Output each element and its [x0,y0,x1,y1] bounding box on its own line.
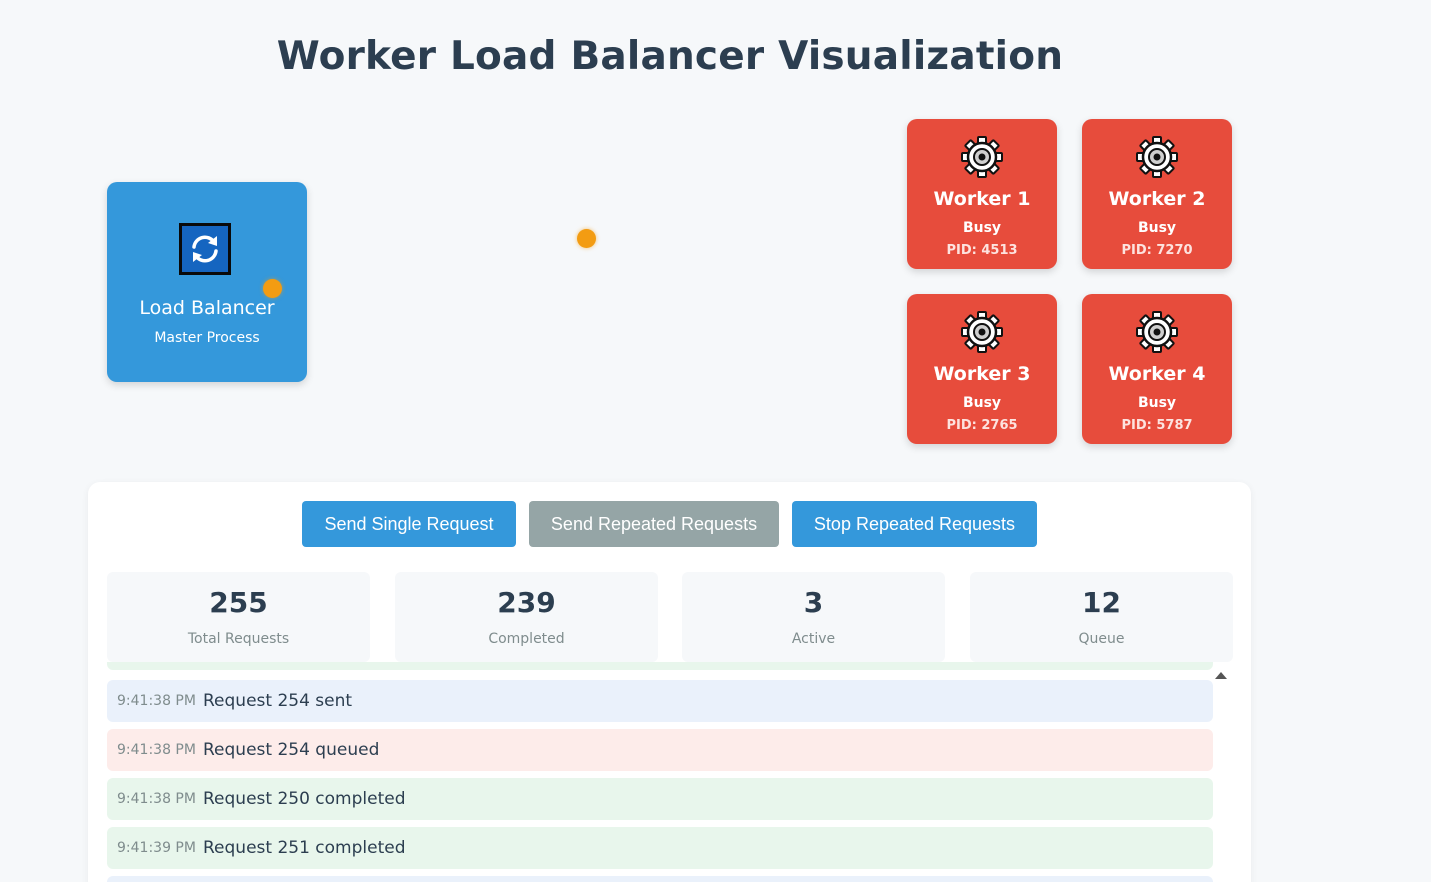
stat-active: 3 Active [682,572,945,662]
scrollbar-up-arrow-icon[interactable] [1215,672,1227,679]
worker-card-1: Worker 1 Busy PID: 4513 [907,119,1057,269]
log-time: 9:41:38 PM [117,742,196,758]
worker-status: Busy [962,220,1002,236]
worker-pid: PID: 2765 [946,418,1018,433]
stat-value: 239 [497,586,556,619]
worker-pid: PID: 4513 [946,243,1018,258]
log-entry: 9:41:39 PM Request 251 completed [107,827,1213,869]
worker-card-4: Worker 4 Busy PID: 5787 [1082,294,1232,444]
stat-label: Total Requests [187,631,290,647]
log-time: 9:41:38 PM [117,791,196,807]
request-dot [263,279,282,298]
worker-name: Worker 1 [933,188,1031,210]
log-entry: 9:41:38 PM Request 254 sent [107,680,1213,722]
worker-name: Worker 2 [1108,188,1206,210]
stat-total-requests: 255 Total Requests [107,572,370,662]
stat-value: 12 [1082,586,1121,619]
gear-icon [1135,310,1179,354]
log-message: Request 254 queued [203,740,380,760]
worker-status: Busy [1137,395,1177,411]
gear-icon [960,135,1004,179]
stat-value: 255 [209,586,268,619]
worker-card-2: Worker 2 Busy PID: 7270 [1082,119,1232,269]
stat-value: 3 [803,586,824,619]
stat-completed: 239 Completed [395,572,658,662]
load-balancer-name: Load Balancer [139,297,275,319]
gear-icon [960,310,1004,354]
log-entry: 9:41:38 PM Request 254 queued [107,729,1213,771]
load-balancer-subtitle: Master Process [154,330,260,346]
worker-status: Busy [1137,220,1177,236]
app-root: Worker Load Balancer Visualization Load … [0,0,1431,882]
log-time: 9:41:39 PM [117,840,196,856]
request-dot [577,229,596,248]
worker-status: Busy [962,395,1002,411]
log-entry: 9:41:38 PM Request 250 completed [107,778,1213,820]
stat-label: Completed [488,631,565,647]
log-message: Request 250 completed [203,789,406,809]
stat-queue: 12 Queue [970,572,1233,662]
log-message: Request 254 sent [203,691,353,711]
log-message: Request 251 completed [203,838,406,858]
worker-name: Worker 3 [933,363,1031,385]
log-item-partial [107,662,1213,670]
stat-label: Queue [1078,631,1125,647]
log-item-partial [107,876,1213,882]
send-single-request-button[interactable]: Send Single Request [302,501,516,547]
worker-pid: PID: 5787 [1121,418,1193,433]
worker-pid: PID: 7270 [1121,243,1193,258]
control-panel: Send Single Request Send Repeated Reques… [88,482,1251,882]
refresh-icon [179,223,231,275]
request-log[interactable]: 9:41:38 PM Request 254 sent 9:41:38 PM Requ… [107,662,1231,882]
stop-repeated-requests-button[interactable]: Stop Repeated Requests [792,501,1037,547]
worker-card-3: Worker 3 Busy PID: 2765 [907,294,1057,444]
stat-label: Active [791,631,836,647]
worker-name: Worker 4 [1108,363,1206,385]
send-repeated-requests-button[interactable]: Send Repeated Requests [529,501,779,547]
log-time: 9:41:38 PM [117,693,196,709]
gear-icon [1135,135,1179,179]
page-title: Worker Load Balancer Visualization [276,34,1064,79]
